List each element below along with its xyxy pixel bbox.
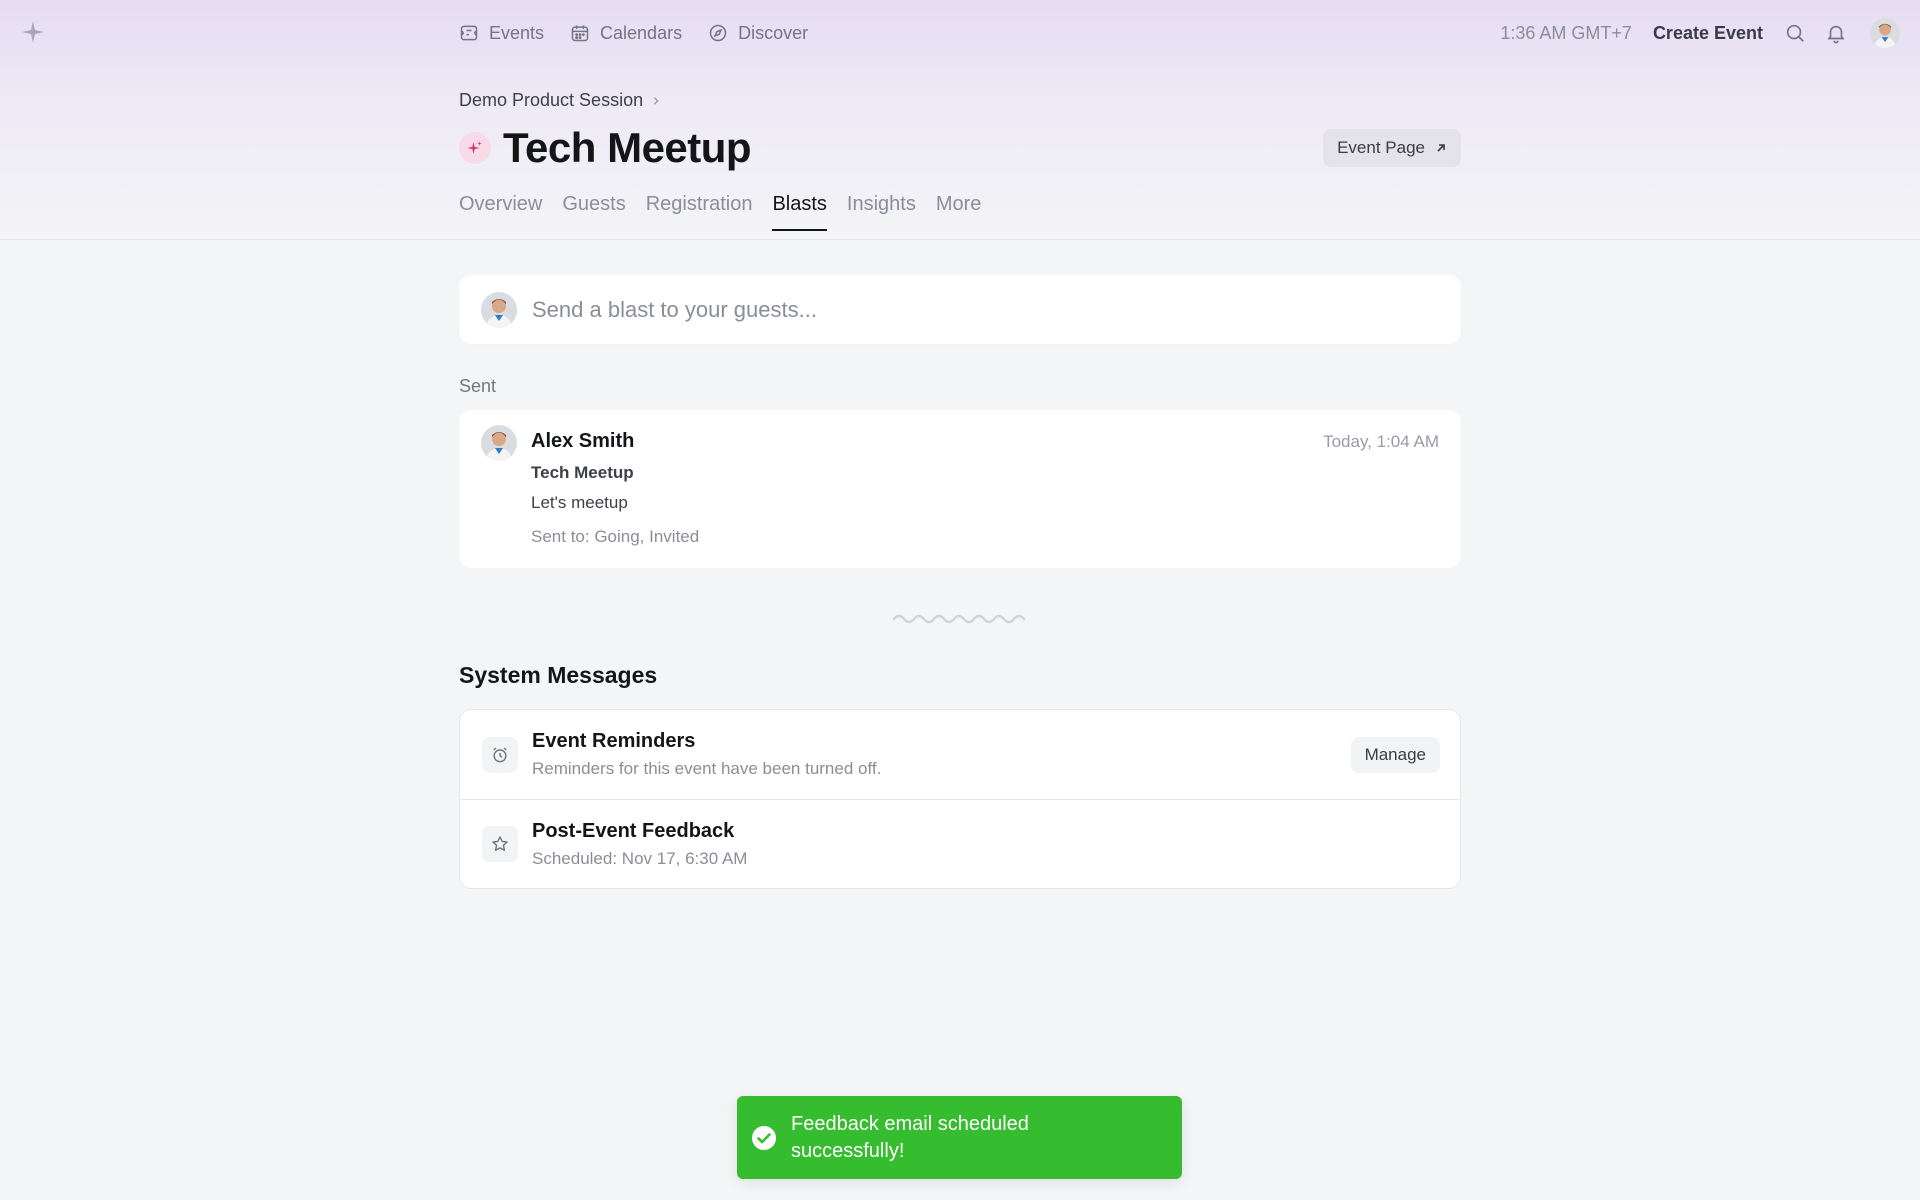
top-right-controls: 1:36 AM GMT+7 Create Event bbox=[1500, 0, 1900, 66]
toast-message: Feedback email scheduled successfully! bbox=[791, 1112, 1029, 1162]
post-event-feedback-desc: Scheduled: Nov 17, 6:30 AM bbox=[532, 848, 748, 868]
system-messages-title: System Messages bbox=[459, 662, 658, 688]
post-event-feedback-title: Post-Event Feedback bbox=[532, 819, 735, 842]
main-nav: Events Calendars Discover bbox=[459, 0, 808, 66]
blast-subject: Tech Meetup bbox=[531, 463, 634, 482]
breadcrumb[interactable]: Demo Product Session bbox=[459, 90, 661, 111]
success-toast: Feedback email scheduled successfully! bbox=[737, 1096, 1182, 1179]
system-message-post-event-feedback[interactable]: Post-Event Feedback Scheduled: Nov 17, 6… bbox=[460, 799, 1460, 888]
sent-section-label: Sent bbox=[459, 376, 497, 396]
tab-guests[interactable]: Guests bbox=[562, 193, 625, 231]
manage-reminders-button[interactable]: Manage bbox=[1350, 737, 1440, 773]
nav-item-calendars[interactable]: Calendars bbox=[570, 23, 682, 44]
tab-insights[interactable]: Insights bbox=[847, 193, 916, 231]
squiggle-divider bbox=[892, 614, 1026, 624]
nav-item-discover[interactable]: Discover bbox=[708, 23, 808, 44]
tab-overview[interactable]: Overview bbox=[459, 193, 542, 231]
tab-blasts[interactable]: Blasts bbox=[772, 193, 827, 231]
ticket-icon bbox=[460, 25, 478, 41]
blasts-content: Send a blast to your guests... Sent Toda… bbox=[459, 275, 1461, 889]
alarm-clock-icon bbox=[482, 736, 518, 773]
calendar-icon bbox=[571, 25, 589, 42]
nav-label-events: Events bbox=[489, 22, 545, 43]
breadcrumb-calendar: Demo Product Session bbox=[459, 90, 644, 110]
event-reminders-text: Event Reminders Reminders for this event… bbox=[532, 730, 881, 779]
blast-timestamp: Today, 1:04 AM bbox=[1323, 432, 1439, 451]
create-event-button[interactable]: Create Event bbox=[1653, 23, 1763, 44]
sent-blast-card[interactable]: Today, 1:04 AM Alex Smith Tech Meetup Le… bbox=[459, 410, 1461, 568]
blast-sender-name: Alex Smith bbox=[531, 430, 635, 452]
nav-label-discover: Discover bbox=[738, 22, 809, 43]
arrow-up-right-icon bbox=[1437, 144, 1445, 152]
sparkle-event-icon bbox=[459, 132, 491, 164]
blast-recipients: Sent to: Going, Invited bbox=[531, 527, 700, 546]
blast-body: Alex Smith Tech Meetup Let's meetup Sent… bbox=[531, 430, 1439, 547]
search-icon[interactable] bbox=[1783, 21, 1807, 45]
star-icon bbox=[482, 826, 518, 862]
composer-placeholder: Send a blast to your guests... bbox=[532, 296, 817, 322]
user-avatar[interactable] bbox=[1870, 18, 1900, 48]
composer-avatar bbox=[481, 291, 517, 328]
event-reminders-title: Event Reminders bbox=[532, 730, 696, 752]
nav-label-calendars: Calendars bbox=[600, 22, 683, 43]
compass-icon bbox=[709, 24, 727, 42]
current-time: 1:36 AM GMT+7 bbox=[1500, 22, 1632, 43]
post-event-feedback-text: Post-Event Feedback Scheduled: Nov 17, 6… bbox=[532, 820, 747, 869]
bell-icon[interactable] bbox=[1824, 21, 1848, 45]
page-title: Tech Meetup bbox=[503, 124, 752, 171]
event-page-button[interactable]: Event Page bbox=[1323, 129, 1461, 167]
tab-more[interactable]: More bbox=[936, 193, 982, 231]
check-circle-icon bbox=[752, 1125, 776, 1150]
system-messages-list: Event Reminders Reminders for this event… bbox=[459, 709, 1461, 889]
title-row: Tech Meetup Event Page bbox=[459, 123, 1461, 173]
event-tabs: Overview Guests Registration Blasts Insi… bbox=[459, 193, 1461, 231]
nav-item-events[interactable]: Events bbox=[459, 23, 544, 44]
blast-composer[interactable]: Send a blast to your guests... bbox=[459, 275, 1461, 344]
system-message-event-reminders[interactable]: Event Reminders Reminders for this event… bbox=[460, 710, 1460, 799]
event-page-label: Event Page bbox=[1337, 138, 1425, 157]
chevron-right-icon bbox=[651, 93, 661, 109]
event-header: Demo Product Session Tech Meetup Event P… bbox=[459, 90, 1461, 231]
sparkle-logo-icon[interactable] bbox=[20, 19, 46, 45]
event-reminders-desc: Reminders for this event have been turne… bbox=[532, 759, 882, 778]
sender-avatar bbox=[481, 425, 517, 461]
tab-registration[interactable]: Registration bbox=[646, 193, 753, 231]
top-navigation-bar: Events Calendars Discover 1:36 AM GMT+7 … bbox=[0, 0, 1920, 66]
blast-message: Let's meetup bbox=[531, 493, 628, 512]
